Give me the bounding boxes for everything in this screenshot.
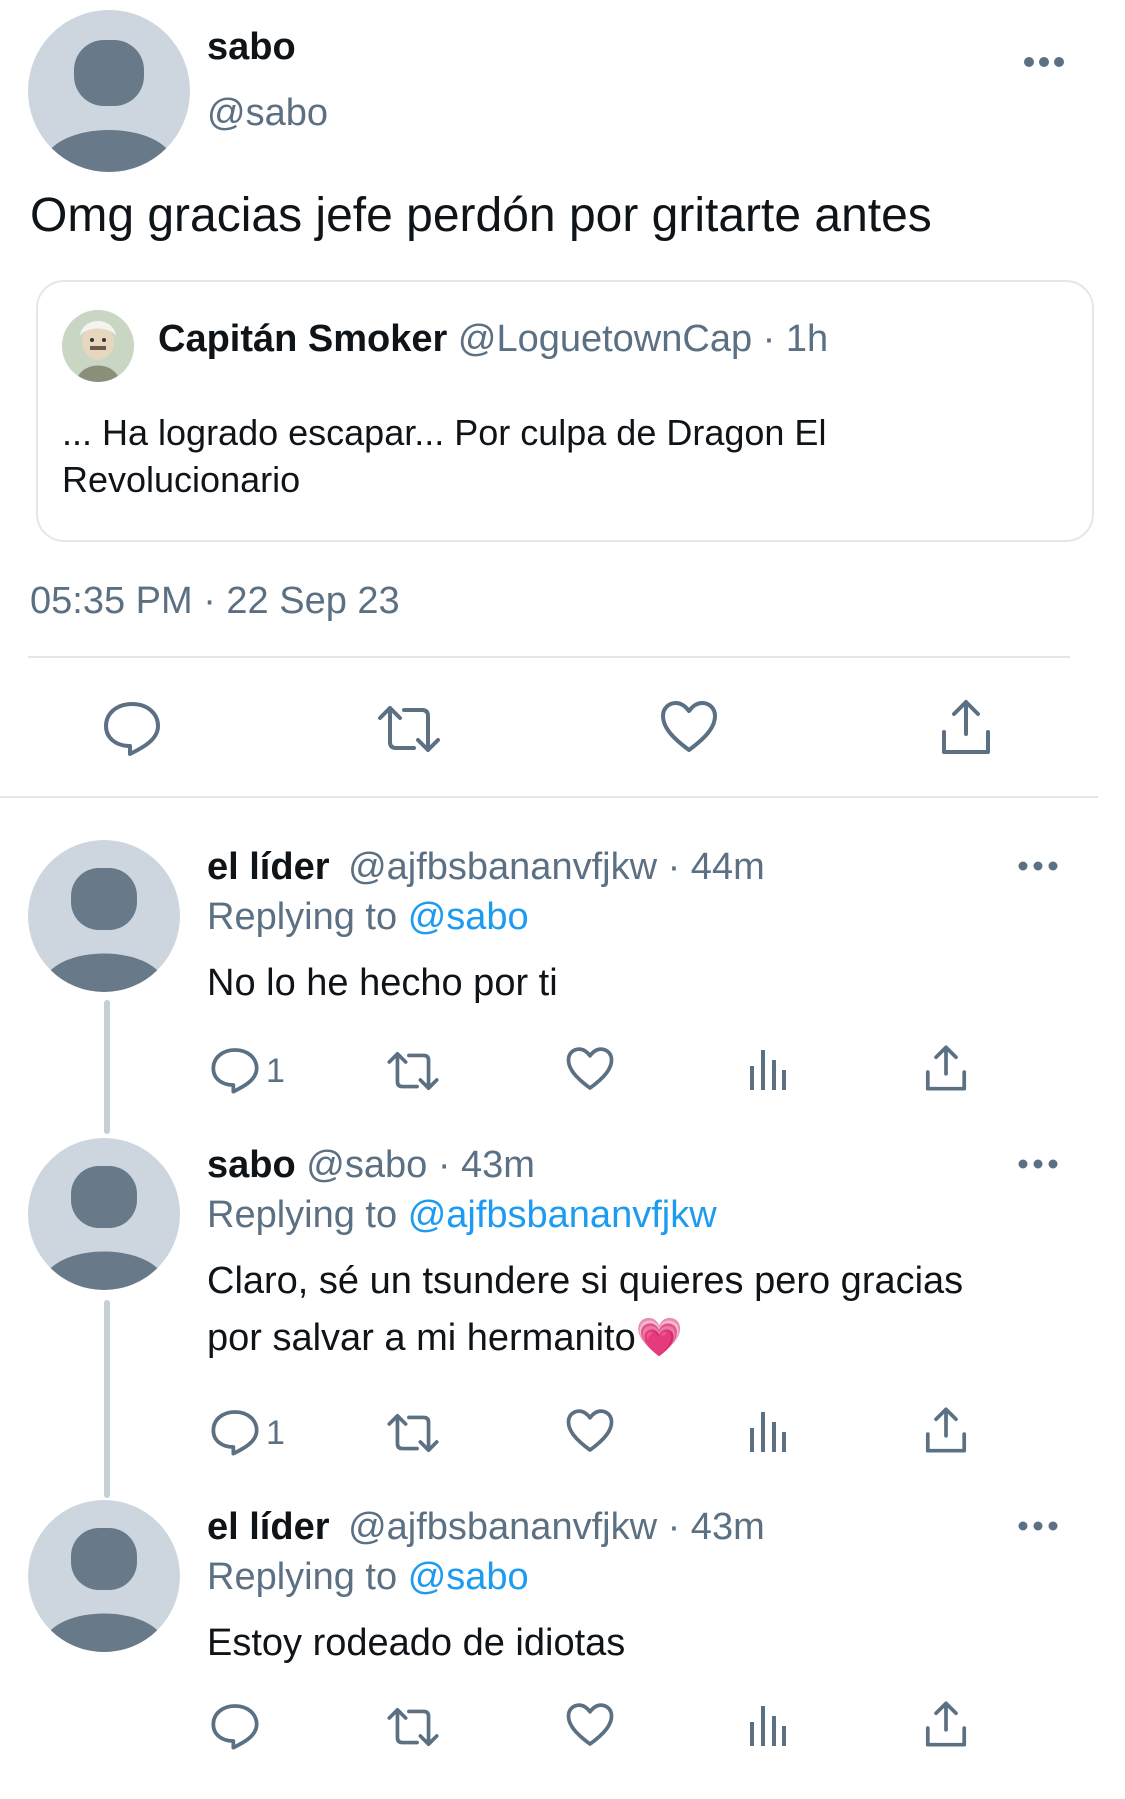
author-handle[interactable]: @ajfbsbananvfjkw — [348, 846, 657, 888]
reply-time: · 43m — [667, 1506, 765, 1548]
replying-label: Replying to — [207, 1194, 398, 1236]
thread-line — [104, 1000, 110, 1134]
author-name[interactable]: el líder — [207, 1506, 330, 1548]
like-button[interactable] — [566, 1408, 614, 1454]
share-upload-icon — [925, 1045, 967, 1091]
default-avatar-icon — [43, 868, 165, 992]
author-handle[interactable]: @sabo — [306, 1144, 427, 1186]
share-button[interactable] — [924, 1044, 968, 1092]
heart-icon — [566, 1409, 614, 1452]
retweet-button[interactable] — [386, 1706, 440, 1748]
share-button[interactable] — [924, 1700, 968, 1748]
avatar[interactable] — [28, 10, 190, 172]
replying-to-link[interactable]: @ajfbsbananvfjkw — [408, 1194, 717, 1236]
retweet-icon — [378, 706, 440, 752]
share-upload-icon — [942, 700, 990, 754]
share-upload-icon — [925, 1701, 967, 1747]
more-options-button[interactable] — [1016, 1154, 1060, 1174]
reply-time: · 43m — [437, 1144, 535, 1186]
replying-to-link[interactable]: @sabo — [408, 1556, 529, 1598]
heart-icon — [566, 1047, 614, 1090]
bar-chart-icon — [750, 1050, 786, 1090]
speech-bubble-icon — [211, 1704, 259, 1750]
share-button[interactable] — [924, 1406, 968, 1454]
quoted-author-name[interactable]: Capitán Smoker — [158, 318, 447, 360]
reply-time: · 44m — [667, 846, 765, 888]
like-button[interactable] — [660, 700, 718, 754]
ellipsis-icon — [1018, 1521, 1058, 1531]
views-button[interactable] — [748, 1704, 788, 1748]
quoted-time: · 1h — [762, 318, 829, 360]
ellipsis-icon — [1018, 1159, 1058, 1169]
author-handle[interactable]: @sabo — [207, 92, 328, 135]
avatar[interactable] — [28, 840, 180, 992]
author-name[interactable]: sabo — [207, 26, 296, 69]
divider — [28, 656, 1070, 658]
retweet-button[interactable] — [386, 1050, 440, 1092]
more-options-button[interactable] — [1022, 52, 1066, 72]
reply-count: 1 — [266, 1414, 285, 1452]
more-options-button[interactable] — [1016, 1516, 1060, 1536]
quoted-text-line-1: ... Ha logrado escapar... Por culpa de D… — [62, 412, 827, 453]
share-button[interactable] — [940, 698, 992, 756]
speech-bubble-icon — [211, 1048, 259, 1094]
avatar[interactable] — [28, 1500, 180, 1652]
author-name[interactable]: el líder — [207, 846, 330, 888]
author-handle[interactable]: @ajfbsbananvfjkw — [348, 1506, 657, 1548]
like-button[interactable] — [566, 1702, 614, 1748]
retweet-button[interactable] — [376, 704, 442, 754]
avatar[interactable] — [28, 1138, 180, 1290]
replying-label: Replying to — [207, 896, 398, 938]
bar-chart-icon — [750, 1412, 786, 1452]
default-avatar-icon — [43, 1528, 165, 1652]
speech-bubble-icon — [104, 702, 160, 756]
reply-button[interactable] — [210, 1702, 260, 1750]
speech-bubble-icon — [211, 1410, 259, 1456]
heart-icon — [661, 701, 717, 752]
heart-icon — [566, 1703, 614, 1746]
more-options-button[interactable] — [1016, 856, 1060, 876]
retweet-icon — [387, 1413, 439, 1453]
default-avatar-icon — [44, 40, 174, 172]
tweet-text: Omg gracias jefe perdón por gritarte ant… — [30, 189, 932, 242]
replying-label: Replying to — [207, 1556, 398, 1598]
reply-button[interactable] — [210, 1046, 260, 1094]
reply-count: 1 — [266, 1052, 285, 1090]
reply-text-line-2: por salvar a mi hermanito💗 — [207, 1317, 684, 1359]
tweet-timestamp[interactable]: 05:35 PM · 22 Sep 23 — [30, 580, 400, 623]
thread-line — [104, 1300, 110, 1498]
smoker-avatar-icon — [62, 310, 134, 382]
retweet-button[interactable] — [386, 1412, 440, 1454]
reply-button[interactable] — [102, 700, 162, 756]
views-button[interactable] — [748, 1048, 788, 1092]
quoted-avatar[interactable] — [62, 310, 134, 382]
views-button[interactable] — [748, 1410, 788, 1454]
default-avatar-icon — [43, 1166, 165, 1290]
quoted-author-handle[interactable]: @LoguetownCap — [458, 318, 752, 360]
like-button[interactable] — [566, 1046, 614, 1092]
replying-to-link[interactable]: @sabo — [408, 896, 529, 938]
quoted-text-line-2: Revolucionario — [62, 459, 301, 500]
reply-button[interactable] — [210, 1408, 260, 1456]
divider — [0, 796, 1098, 798]
reply-text: No lo he hecho por ti — [207, 962, 558, 1004]
reply-text: Estoy rodeado de idiotas — [207, 1622, 626, 1664]
quoted-tweet-card[interactable]: Capitán Smoker @LoguetownCap · 1h ... Ha… — [36, 280, 1094, 542]
ellipsis-icon — [1018, 861, 1058, 871]
ellipsis-icon — [1024, 57, 1064, 67]
author-name[interactable]: sabo — [207, 1144, 296, 1186]
share-upload-icon — [925, 1407, 967, 1453]
reply-text-line-1: Claro, sé un tsundere si quieres pero gr… — [207, 1260, 964, 1302]
retweet-icon — [387, 1051, 439, 1091]
bar-chart-icon — [750, 1706, 786, 1746]
retweet-icon — [387, 1707, 439, 1747]
